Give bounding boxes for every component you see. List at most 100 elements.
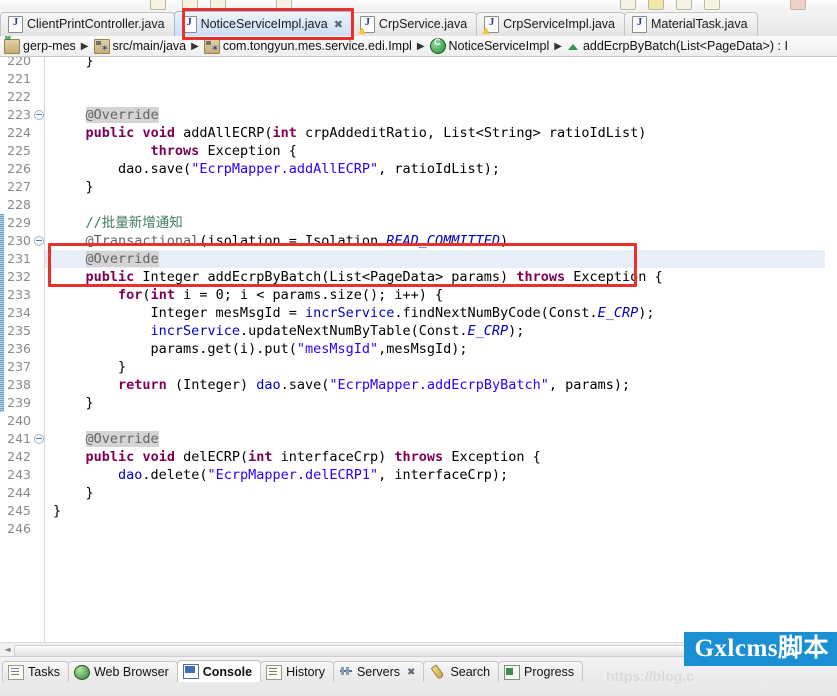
editor-tab[interactable]: MaterialTask.java: [624, 12, 758, 36]
code-line[interactable]: [45, 70, 825, 88]
source-folder-icon: ✶: [93, 38, 110, 54]
web-browser-icon: [73, 664, 90, 680]
bottom-tab[interactable]: Web Browser: [67, 661, 178, 682]
editor-tab[interactable]: NoticeServiceImpl.java ✖: [173, 11, 353, 36]
code-editor[interactable]: 220 221 222 223 224 225 226 227 228 229 230 231 232 2…: [0, 57, 837, 642]
code-line[interactable]: }: [45, 57, 825, 70]
editor-tab[interactable]: CrpService.java: [351, 12, 478, 36]
bottom-tab[interactable]: Search: [423, 661, 500, 682]
code-line[interactable]: [45, 412, 825, 430]
line-number: 220: [7, 57, 31, 68]
breadcrumb-item[interactable]: addEcrpByBatch(List<PageData>) : I: [567, 39, 788, 53]
code-line[interactable]: }: [45, 484, 825, 502]
code-line[interactable]: //批量新增通知: [45, 214, 825, 232]
code-text-area[interactable]: } @Override public void addAllECRP(int c…: [45, 57, 825, 642]
code-line[interactable]: dao.save("EcrpMapper.addAllECRP", ratioI…: [45, 160, 825, 178]
toolbar-icon[interactable]: [276, 0, 292, 10]
code-fold-toggle-icon[interactable]: [34, 110, 44, 120]
line-number: 229: [7, 215, 31, 230]
toolbar-icon[interactable]: [704, 0, 720, 10]
code-token: , interfaceCrp);: [378, 467, 509, 483]
code-token: return: [118, 377, 167, 393]
editor-tab-label: NoticeServiceImpl.java: [200, 16, 328, 31]
servers-icon: [339, 666, 353, 679]
tasks-icon: [8, 664, 24, 680]
toolbar-icon[interactable]: [620, 0, 636, 10]
code-line[interactable]: return (Integer) dao.save("EcrpMapper.ad…: [45, 376, 825, 394]
code-line[interactable]: @Override: [45, 106, 825, 124]
code-line[interactable]: public void delECRP(int interfaceCrp) th…: [45, 448, 825, 466]
bottom-tab-label: Tasks: [28, 665, 60, 679]
line-number: 226: [7, 161, 31, 176]
code-token: throws: [150, 143, 200, 159]
code-line[interactable]: }: [45, 358, 825, 376]
code-token: READ_COMMITTED: [386, 233, 501, 249]
editor-tab-bar: ClientPrintController.java NoticeServiceI…: [0, 10, 837, 37]
code-line[interactable]: }: [45, 502, 825, 520]
warning-marker-icon: [357, 27, 366, 34]
toolbar-icon[interactable]: [648, 0, 664, 10]
code-fold-toggle-icon[interactable]: [34, 236, 44, 246]
code-line[interactable]: public Integer addEcrpByBatch(List<PageD…: [45, 268, 825, 286]
editor-tab-label: MaterialTask.java: [651, 17, 748, 32]
code-token: "EcrpMapper.delECRP1": [207, 467, 379, 483]
java-file-icon: [8, 16, 23, 33]
line-number: 235: [7, 323, 31, 338]
bottom-tab[interactable]: Tasks: [2, 661, 69, 682]
breadcrumb-item[interactable]: gerp-mes: [4, 36, 76, 54]
bottom-tab[interactable]: Servers ✖: [332, 661, 425, 682]
bottom-tab[interactable]: History: [260, 661, 334, 682]
code-token: .findNextNumByCode(Const.: [394, 305, 598, 321]
line-number: 240: [7, 413, 31, 428]
code-line-text: }: [45, 502, 61, 520]
code-line[interactable]: public void addAllECRP(int crpAddeditRat…: [45, 124, 825, 142]
method-icon: [567, 40, 580, 53]
code-line[interactable]: params.get(i).put("mesMsgId",mesMsgId);: [45, 340, 825, 358]
bottom-tab[interactable]: Console: [176, 660, 262, 682]
toolbar-icon[interactable]: [150, 0, 166, 10]
toolbar-icon[interactable]: [210, 0, 226, 10]
code-line[interactable]: @Transactional(isolation = Isolation.REA…: [45, 232, 825, 250]
breadcrumb-item[interactable]: NoticeServiceImpl: [429, 37, 549, 54]
code-line[interactable]: for(int i = 0; i < params.size(); i++) {: [45, 286, 825, 304]
code-token: }: [53, 395, 94, 411]
editor-tab[interactable]: ClientPrintController.java: [0, 12, 175, 36]
code-line[interactable]: incrService.updateNextNumByTable(Const.E…: [45, 322, 825, 340]
code-token: .save(: [142, 161, 192, 177]
close-icon[interactable]: ✖: [334, 18, 343, 31]
code-token: (isolation = Isolation.: [199, 233, 387, 249]
line-number: 236: [7, 341, 31, 356]
code-line[interactable]: @Override: [45, 250, 825, 268]
bottom-tab[interactable]: Progress: [498, 661, 584, 682]
code-line[interactable]: [45, 196, 825, 214]
line-number: 228: [7, 197, 31, 212]
close-icon[interactable]: ✖: [407, 667, 415, 678]
breadcrumb-item[interactable]: ✶ src/main/java: [93, 38, 186, 54]
code-line[interactable]: }: [45, 394, 825, 412]
code-line[interactable]: [45, 520, 825, 538]
toolbar-icon[interactable]: [182, 0, 198, 10]
breadcrumb-item[interactable]: ✶ com.tongyun.mes.service.edi.Impl: [203, 38, 412, 54]
code-line[interactable]: [45, 88, 825, 106]
code-line[interactable]: dao.delete("EcrpMapper.delECRP1", interf…: [45, 466, 825, 484]
line-number: 241: [7, 431, 31, 446]
toolbar-icon[interactable]: [790, 0, 806, 10]
code-line[interactable]: Integer mesMsgId = incrService.findNextN…: [45, 304, 825, 322]
code-token: int: [150, 287, 175, 303]
breadcrumb-separator-icon: ▶: [191, 40, 199, 52]
code-fold-toggle-icon[interactable]: [34, 434, 44, 444]
code-line[interactable]: }: [45, 178, 825, 196]
code-token: }: [53, 503, 62, 519]
code-token: @Override: [85, 251, 159, 267]
scroll-left-arrow-icon[interactable]: ◄: [2, 645, 13, 655]
code-line[interactable]: @Override: [45, 430, 825, 448]
editor-tab-label: CrpService.java: [378, 17, 468, 32]
toolbar-icon[interactable]: [676, 0, 692, 10]
code-line[interactable]: throws Exception {: [45, 142, 825, 160]
editor-tab[interactable]: CrpServiceImpl.java: [476, 12, 625, 36]
